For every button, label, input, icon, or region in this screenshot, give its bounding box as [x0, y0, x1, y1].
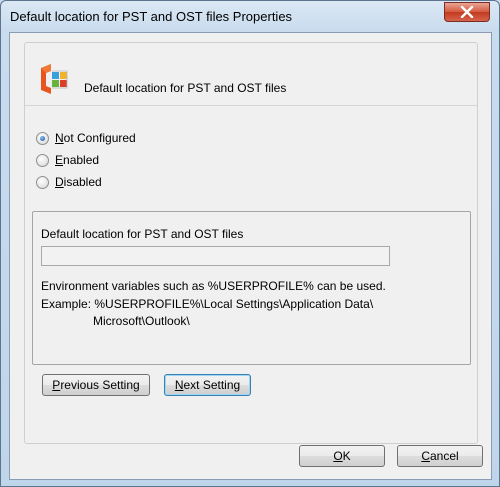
radio-not-configured-button[interactable] [36, 131, 49, 145]
window-title: Default location for PST and OST files P… [10, 9, 293, 24]
close-button[interactable] [444, 2, 490, 22]
properties-window: Default location for PST and OST files P… [0, 0, 500, 487]
title-bar[interactable]: Default location for PST and OST files P… [1, 1, 499, 33]
dialog-client-area: Default location for PST and OST files N… [9, 32, 492, 480]
next-setting-button[interactable]: Next Setting [164, 374, 251, 396]
help-text-line-1: Environment variables such as %USERPROFI… [41, 279, 386, 293]
radio-not-configured-label[interactable]: Not Configured [55, 131, 136, 145]
previous-setting-button[interactable]: Previous Setting [42, 374, 150, 396]
help-text-line-3: Microsoft\Outlook\ [93, 314, 190, 328]
settings-panel: Default location for PST and OST files N… [24, 42, 478, 444]
setting-title: Default location for PST and OST files [84, 81, 287, 95]
help-text-line-2: Example: %USERPROFILE%\Local Settings\Ap… [41, 297, 374, 311]
radio-enabled[interactable]: Enabled [36, 151, 99, 169]
office-logo-icon [41, 64, 68, 94]
radio-enabled-label[interactable]: Enabled [55, 153, 99, 167]
radio-disabled-button[interactable] [36, 175, 49, 189]
path-field-label: Default location for PST and OST files [41, 227, 244, 241]
radio-not-configured[interactable]: Not Configured [36, 129, 136, 147]
setting-header: Default location for PST and OST files [25, 43, 477, 106]
options-box: Default location for PST and OST files E… [32, 211, 471, 365]
path-input[interactable] [41, 246, 390, 266]
radio-enabled-button[interactable] [36, 153, 49, 167]
radio-disabled-label[interactable]: Disabled [55, 175, 102, 189]
cancel-button[interactable]: Cancel [397, 445, 483, 467]
ok-button[interactable]: OK [299, 445, 385, 467]
close-icon [460, 6, 474, 18]
radio-disabled[interactable]: Disabled [36, 173, 102, 191]
